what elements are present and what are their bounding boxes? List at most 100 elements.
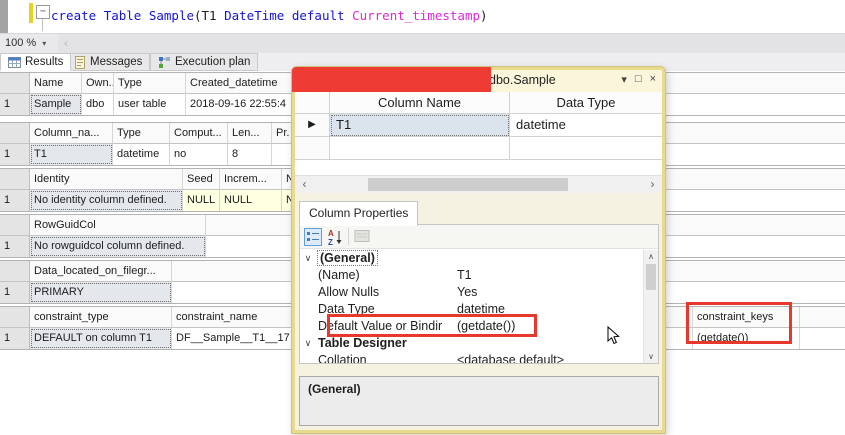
property-row[interactable]: ∨Table Designer [300,335,643,352]
sql-code-line[interactable]: create Table Sample(T1 DateTime default … [51,8,488,24]
grid-cell[interactable]: No identity column defined. [30,190,183,211]
row-number-cell[interactable]: 1 [0,94,30,115]
category-collapse-icon: ∨ [300,335,316,352]
column-header[interactable]: Own... [82,73,114,94]
column-header[interactable]: Comput... [170,123,228,144]
scroll-right-icon[interactable]: › [644,176,661,193]
grid-cell[interactable]: user table [114,94,186,115]
data-type-cell[interactable] [510,137,662,160]
property-row[interactable]: Collation<database default> [300,352,643,364]
column-header[interactable]: Type [114,73,186,94]
sql-token: T1 [202,8,225,23]
hscroll-thumb[interactable] [368,178,568,191]
designer-grid-hscrollbar[interactable]: ‹ › [295,175,662,193]
fold-region-line [42,19,43,31]
editor-hscrollbar[interactable] [58,34,845,53]
grid-cell[interactable]: datetime [113,144,170,165]
row-indent [300,318,316,335]
row-number-cell[interactable]: 1 [0,144,30,165]
row-selector-cell[interactable] [295,137,330,160]
row-number-cell[interactable]: 1 [0,282,30,303]
column-header[interactable]: Increm... [220,169,282,190]
row-selector-cell[interactable]: ▶ [295,114,330,137]
property-label: (General) [316,250,457,267]
svg-text:A: A [328,229,334,238]
grid-corner-cell [0,73,30,94]
column-header[interactable]: Name [30,73,82,94]
column-header[interactable]: Len... [228,123,272,144]
scroll-up-icon[interactable]: ∧ [644,250,658,263]
grid-cell[interactable]: 8 [228,144,272,165]
row-number-cell[interactable]: 1 [0,236,30,257]
scroll-left-icon[interactable]: ‹ [64,36,68,50]
grid-cell[interactable]: NULL [183,190,220,211]
tab-label: Messages [90,56,142,68]
query-editor[interactable]: − create Table Sample(T1 DateTime defaul… [0,0,845,33]
column-header-data-type[interactable]: Data Type [510,92,662,114]
grid-corner-cell [0,215,30,236]
float-window-icon[interactable]: □ [635,73,642,86]
column-header[interactable]: Column_na... [30,123,113,144]
properties-toolbar: A Z [300,225,658,249]
row-selector-icon: ▶ [308,119,316,130]
close-icon[interactable]: × [650,73,656,86]
alphabetical-sort-icon[interactable]: A Z [327,228,345,246]
column-name-cell[interactable] [330,137,510,160]
tab-column-properties[interactable]: Column Properties [299,201,418,226]
change-tracking-bar [29,3,33,23]
vscroll-thumb[interactable] [646,264,656,290]
row-indent [300,267,316,284]
categorized-view-icon[interactable] [304,228,322,246]
tab-messages[interactable]: Messages [66,53,150,71]
designer-grid: Column Name Data Type ▶ T1 datetime [295,92,662,175]
grid-cell[interactable]: DEFAULT on column T1 [30,328,172,349]
row-number-cell[interactable]: 1 [0,190,30,211]
grid-cell[interactable]: NULL [220,190,282,211]
tab-label: Results [25,56,63,68]
column-header-column-name[interactable]: Column Name [330,92,510,114]
column-header[interactable]: constraint_type [30,307,172,328]
property-row[interactable]: (Name)T1 [300,267,643,284]
grid-cell[interactable]: dbo [82,94,114,115]
grid-corner-cell [0,123,30,144]
row-indent [300,352,316,364]
data-type-cell[interactable]: datetime [510,114,662,137]
scroll-down-icon[interactable]: ∨ [644,350,658,363]
grid-cell[interactable]: PRIMARY [30,282,172,303]
chevron-down-icon: ▾ [42,39,46,48]
tab-execution-plan[interactable]: Execution plan [150,53,258,71]
results-grid-icon [8,56,21,69]
column-header[interactable] [800,307,845,328]
column-header[interactable]: Data_located_on_filegr... [30,261,172,282]
properties-vscrollbar[interactable]: ∧ ∨ [643,250,658,363]
column-header[interactable]: Seed [183,169,220,190]
grid-cell[interactable]: Sample [30,94,82,115]
property-label: Table Designer [316,335,457,352]
zoom-level-select[interactable]: 100 %▾ [5,37,46,49]
code-fold-collapse-icon[interactable]: − [36,5,50,19]
grid-cell[interactable]: T1 [30,144,113,165]
category-collapse-icon: ∨ [300,250,316,267]
svg-text:Z: Z [328,238,333,246]
row-number-cell[interactable]: 1 [0,328,30,349]
scroll-left-icon[interactable]: ‹ [296,176,313,193]
window-menu-icon[interactable]: ▾ [621,73,627,86]
column-header[interactable]: Type [113,123,170,144]
messages-icon [74,56,86,69]
sql-token: ( [194,8,202,23]
property-row[interactable]: Allow NullsYes [300,284,643,301]
grid-cell[interactable]: No rowguidcol column defined. [30,236,206,257]
property-description-panel: (General) [299,376,659,426]
column-name-cell[interactable]: T1 [330,114,510,137]
table-designer-dialog: dbo.Sample ▾ □ × Column Name Data Type ▶… [292,67,665,433]
grid-cell[interactable]: no [170,144,228,165]
column-header[interactable]: Identity [30,169,183,190]
tab-results[interactable]: Results [0,53,71,71]
sql-token: create [51,8,104,23]
property-value: <database default> [457,352,643,364]
grid-cell[interactable] [800,328,845,349]
property-row[interactable]: ∨(General) [300,250,643,267]
column-header[interactable]: RowGuidCol [30,215,206,236]
row-indent [300,301,316,318]
dialog-titlebar[interactable]: dbo.Sample ▾ □ × [295,70,662,92]
